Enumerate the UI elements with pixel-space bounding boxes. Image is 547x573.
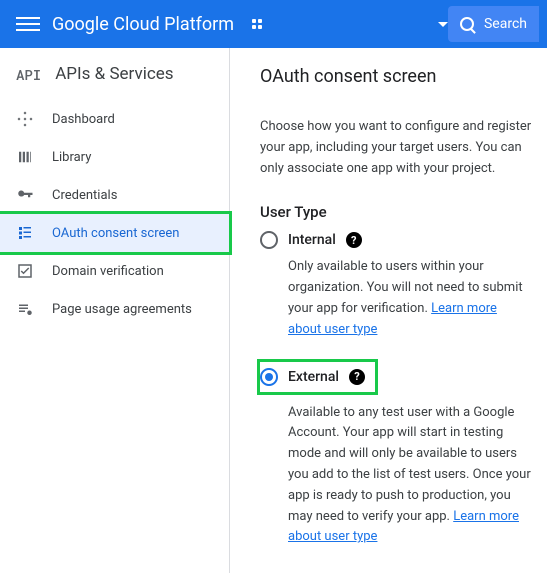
- sidebar-item-label: Page usage agreements: [52, 302, 192, 317]
- sidebar-item-library[interactable]: Library: [0, 138, 229, 176]
- sidebar-item-page-usage[interactable]: Page usage agreements: [0, 290, 229, 328]
- sidebar-item-oauth-consent[interactable]: OAuth consent screen: [0, 211, 232, 255]
- external-description: Available to any test user with a Google…: [288, 403, 533, 549]
- project-picker[interactable]: [252, 19, 448, 29]
- search-button[interactable]: Search: [448, 6, 539, 42]
- brand-title: Google Cloud Platform: [52, 14, 234, 35]
- sidebar-item-label: Credentials: [52, 188, 117, 203]
- verify-icon: [16, 262, 34, 280]
- menu-icon[interactable]: [16, 12, 40, 36]
- sidebar-item-label: OAuth consent screen: [52, 226, 179, 241]
- chevron-down-icon: [438, 22, 448, 27]
- sidebar-item-label: Domain verification: [52, 264, 164, 279]
- sidebar-title: APIs & Services: [55, 64, 173, 84]
- search-icon: [460, 17, 474, 31]
- project-icon: [252, 19, 262, 29]
- user-type-external-option[interactable]: External ?: [260, 368, 365, 386]
- sidebar-item-label: Dashboard: [52, 112, 115, 127]
- search-label: Search: [484, 16, 527, 32]
- user-type-internal-option[interactable]: Internal ?: [260, 231, 533, 249]
- radio-internal[interactable]: [260, 231, 278, 249]
- top-bar: Google Cloud Platform Search: [0, 0, 547, 48]
- sidebar-item-credentials[interactable]: Credentials: [0, 176, 229, 214]
- sidebar-item-dashboard[interactable]: Dashboard: [0, 100, 229, 138]
- help-icon[interactable]: ?: [349, 369, 365, 385]
- key-icon: [16, 186, 34, 204]
- library-icon: [16, 148, 34, 166]
- agreement-icon: [16, 300, 34, 318]
- help-icon[interactable]: ?: [346, 232, 362, 248]
- sidebar: API APIs & Services Dashboard Library Cr…: [0, 48, 230, 573]
- radio-label-internal: Internal: [288, 232, 336, 248]
- user-type-heading: User Type: [260, 203, 533, 221]
- radio-label-external: External: [288, 369, 339, 385]
- sidebar-item-label: Library: [52, 150, 91, 165]
- dashboard-icon: [16, 110, 34, 128]
- page-title: OAuth consent screen: [260, 66, 533, 87]
- sidebar-header: API APIs & Services: [0, 56, 229, 100]
- radio-external[interactable]: [260, 368, 278, 386]
- internal-description: Only available to users within your orga…: [288, 257, 533, 340]
- page-description: Choose how you want to configure and reg…: [260, 117, 533, 179]
- sidebar-item-domain-verification[interactable]: Domain verification: [0, 252, 229, 290]
- main-content: OAuth consent screen Choose how you want…: [230, 48, 547, 573]
- api-logo: API: [16, 65, 41, 84]
- consent-icon: [16, 224, 34, 242]
- external-highlight: External ?: [257, 359, 378, 395]
